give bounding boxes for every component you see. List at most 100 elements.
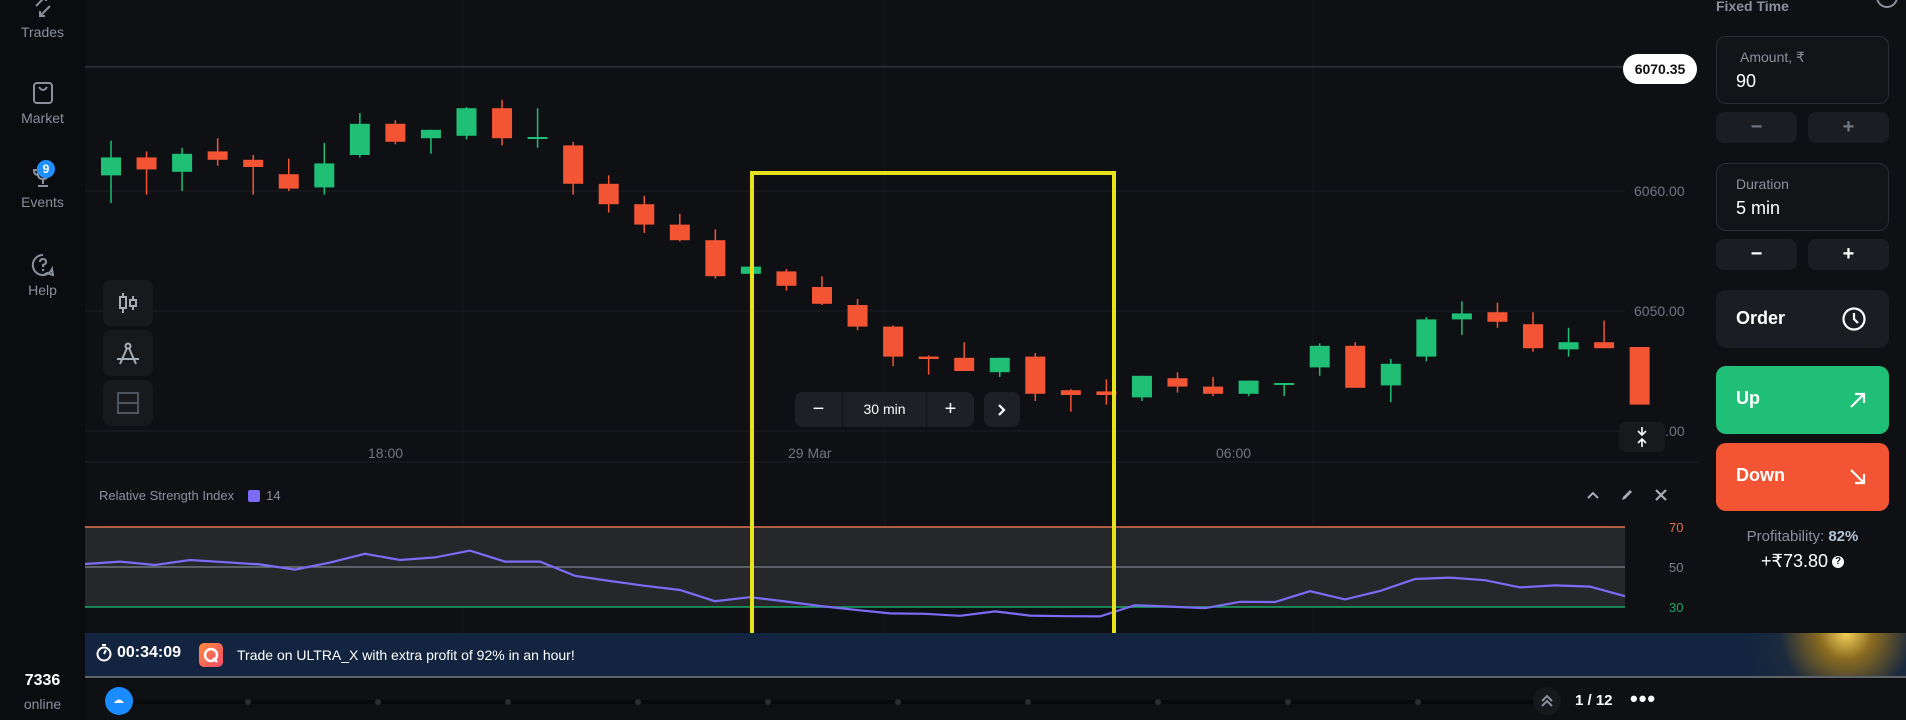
sidebar-item-market[interactable]: Market — [0, 80, 85, 126]
rsi-collapse-button[interactable] — [1582, 484, 1604, 506]
sidebar-item-events[interactable]: 9 Events — [0, 160, 85, 210]
candle-down — [1060, 390, 1081, 395]
candlestick-type-icon — [119, 293, 137, 313]
more-options-button[interactable]: ••• — [1630, 686, 1656, 712]
profitability: Profitability: 82% — [1716, 528, 1889, 545]
left-sidebar: Trades Market 9 Events Help 7336 online — [0, 0, 85, 720]
duration-label: Duration — [1736, 176, 1789, 192]
timeframe-increase-button[interactable]: + — [927, 392, 974, 427]
candle-up — [1238, 380, 1259, 394]
help-icon — [31, 253, 54, 277]
sidebar-item-trades[interactable]: Trades — [0, 0, 85, 40]
fit-vertical-icon — [1637, 427, 1647, 447]
price-chart[interactable] — [85, 0, 1700, 633]
candle-down — [385, 123, 406, 142]
candle-up — [1131, 375, 1152, 398]
rsi-edit-button[interactable] — [1616, 484, 1638, 506]
candle-up — [989, 357, 1010, 373]
time-axis-label: 29 Mar — [788, 445, 832, 461]
timeline-track[interactable] — [105, 700, 1545, 704]
chart-area[interactable]: 6070.35 6060.00 6050.00 6040.00 18:00 29… — [85, 0, 1700, 633]
amount-input[interactable]: 90 — [1736, 71, 1756, 92]
up-label: Up — [1736, 388, 1760, 408]
timeline-marker — [1415, 699, 1421, 705]
panel-info-icon[interactable] — [1876, 0, 1898, 8]
rsi-level-70: 70 — [1669, 520, 1684, 535]
timeline-marker — [895, 699, 901, 705]
timeframe-next-button[interactable] — [984, 392, 1020, 427]
indicators-layout-button[interactable] — [103, 380, 153, 426]
candle-down — [669, 224, 690, 241]
amount-increase-button[interactable]: + — [1808, 112, 1889, 143]
drawing-tools-button[interactable] — [103, 330, 153, 376]
duration-decrease-button[interactable]: − — [1716, 239, 1797, 270]
amount-field[interactable]: Amount, ₹ 90 — [1716, 36, 1889, 104]
promo-message: Trade on ULTRA_X with extra profit of 92… — [237, 647, 575, 663]
chart-type-button[interactable] — [103, 280, 153, 326]
amount-label: Amount, ₹ — [1740, 49, 1805, 65]
close-icon — [1655, 489, 1667, 501]
order-button[interactable]: Order — [1716, 290, 1889, 348]
trade-panel: Fixed Time Amount, ₹ 90 − + Duration 5 m… — [1700, 0, 1906, 633]
timeframe-decrease-button[interactable]: − — [795, 392, 842, 427]
scroll-up-button[interactable] — [1533, 687, 1561, 715]
chevron-right-icon — [998, 403, 1006, 416]
rsi-level-50: 50 — [1669, 560, 1684, 575]
candle-up — [1416, 319, 1437, 357]
rsi-period: 14 — [266, 488, 281, 503]
time-axis-label: 18:00 — [368, 445, 404, 461]
payout-value: +₹73.80 — [1760, 551, 1828, 571]
sidebar-item-label: Events — [21, 194, 64, 210]
candle-down — [207, 151, 228, 160]
candle-down — [918, 356, 939, 359]
timeline-marker — [1025, 699, 1031, 705]
price-axis-label: 6050.00 — [1634, 303, 1685, 319]
sidebar-item-help[interactable]: Help — [0, 252, 85, 298]
promo-timer-value: 00:34:09 — [117, 644, 182, 661]
candle-down — [776, 271, 797, 286]
stopwatch-icon — [96, 644, 112, 662]
trading-app: Trades Market 9 Events Help 7336 online — [0, 0, 1906, 720]
candle-up — [1558, 342, 1579, 350]
down-button[interactable]: Down — [1716, 443, 1889, 511]
pencil-icon — [1622, 490, 1632, 500]
timeline-handle[interactable] — [105, 687, 133, 715]
double-chevron-up-icon — [1541, 694, 1553, 707]
sidebar-item-label: Help — [28, 282, 57, 298]
online-count: 7336 — [24, 672, 61, 689]
indicators-layout-icon — [117, 392, 139, 414]
promo-banner[interactable]: 00:34:09 Trade on ULTRA_X with extra pro… — [85, 633, 1906, 678]
rsi-header: Relative Strength Index 14 — [99, 488, 281, 503]
rsi-color-swatch — [248, 489, 261, 502]
candle-up — [1309, 345, 1330, 368]
candle-down — [136, 157, 157, 170]
candle-up — [1451, 313, 1472, 320]
duration-input[interactable]: 5 min — [1736, 198, 1780, 219]
shopping-bag-icon — [32, 82, 53, 104]
candle-down — [1167, 378, 1188, 387]
candle-down — [1629, 347, 1650, 405]
autoscale-button[interactable] — [1619, 422, 1665, 452]
online-users: 7336 online — [0, 672, 85, 712]
candle-down — [847, 305, 868, 327]
page-indicator: 1 / 12 — [1575, 692, 1613, 709]
arc-icon — [114, 699, 124, 703]
candle-down — [1594, 342, 1615, 349]
candle-down — [278, 174, 299, 189]
candle-up — [314, 163, 335, 188]
candle-up — [456, 108, 477, 136]
duration-increase-button[interactable]: + — [1808, 239, 1889, 270]
clock-icon — [1842, 307, 1866, 331]
order-label: Order — [1736, 308, 1786, 328]
up-button[interactable]: Up — [1716, 366, 1889, 434]
candle-down — [563, 145, 584, 184]
sidebar-item-label: Market — [21, 110, 64, 126]
candle-down — [883, 326, 904, 357]
rsi-close-button[interactable] — [1650, 484, 1672, 506]
duration-field[interactable]: Duration 5 min — [1716, 163, 1889, 231]
candle-down — [705, 240, 726, 277]
payout-help-icon[interactable]: ? — [1832, 556, 1844, 569]
promo-timer: 00:34:09 — [95, 644, 181, 662]
amount-decrease-button[interactable]: − — [1716, 112, 1797, 143]
timeline-marker — [635, 699, 641, 705]
